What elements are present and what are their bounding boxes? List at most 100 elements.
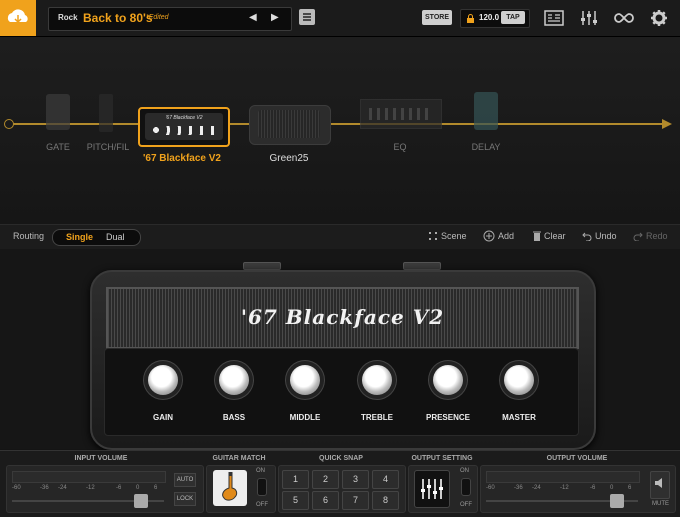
clear-label: Clear [544,231,566,241]
preset-info-icon[interactable] [544,10,564,26]
scale-tick: 0 [136,485,140,491]
input-volume-slider[interactable] [134,494,148,508]
quick-snap-8[interactable]: 8 [372,491,399,510]
gear-icon[interactable] [650,9,668,27]
scene-icon [429,232,437,240]
loop-icon[interactable] [613,10,635,26]
routing-bar: Routing Single Dual Scene Add Clear Undo… [0,224,680,250]
cloud-logo-button[interactable] [0,0,36,36]
gain-knob[interactable] [148,365,178,395]
guitar-icon [222,472,238,501]
next-preset-icon[interactable]: ▶ [271,12,279,23]
cloud-icon [7,9,28,24]
guitar-match-on: ON [256,468,265,474]
tempo-control[interactable]: 120.0 TAP [460,9,530,28]
add-label: Add [498,231,515,241]
quick-snap-1[interactable]: 1 [282,470,309,489]
eq-label: EQ [393,142,407,152]
list-icon [303,13,311,21]
output-setting-toggle[interactable] [461,478,471,496]
quick-snap-6[interactable]: 6 [312,491,339,510]
master-label: MASTER [502,413,536,422]
lock-button[interactable]: LOCK [174,492,196,506]
preset-selector[interactable]: Rock Back to 80's *Edited ◀ ▶ [48,7,292,31]
mute-button[interactable] [650,471,670,499]
amp-handle-right [403,262,441,270]
guitar-match-off: OFF [256,502,268,508]
cabinet-block[interactable] [249,105,331,145]
edited-indicator: *Edited [146,14,169,21]
scale-tick: 6 [628,485,632,491]
auto-button[interactable]: AUTO [174,473,196,487]
prev-preset-icon[interactable]: ◀ [249,12,257,23]
output-eq-icon [421,479,443,499]
scale-tick: 6 [154,485,158,491]
master-knob[interactable] [504,365,534,395]
bass-knob[interactable] [219,365,249,395]
quick-snap-5[interactable]: 5 [282,491,309,510]
quick-snap-7[interactable]: 7 [342,491,369,510]
gate-pedal[interactable] [46,94,70,130]
quick-snap-4[interactable]: 4 [372,470,399,489]
amp-grille: '67 Blackface V2 [106,287,579,349]
store-button[interactable]: STORE [422,10,452,25]
presence-knob[interactable] [433,365,463,395]
lock-icon[interactable] [466,14,475,24]
input-meter [12,471,166,483]
bass-label: BASS [222,413,246,422]
output-meter [486,471,640,483]
preset-name: Back to 80's [83,11,153,25]
quick-snap-2[interactable]: 2 [312,470,339,489]
amp-block-badge: '67 Blackface V2 [165,115,203,121]
amp-block[interactable]: '67 Blackface V2 [138,107,230,147]
scale-tick: -6 [116,485,122,491]
preset-genre: Rock [58,13,78,22]
routing-single[interactable]: Single [66,232,93,242]
output-volume-title: OUTPUT VOLUME [546,455,608,462]
treble-label: TREBLE [361,413,393,422]
preset-list-button[interactable] [299,9,315,25]
output-setting-on: ON [460,468,469,474]
undo-label: Undo [595,231,617,241]
amp-block-label: '67 Blackface V2 [143,153,221,164]
routing-toggle[interactable]: Single Dual [52,229,141,246]
quick-snap-3[interactable]: 3 [342,470,369,489]
pitch-filter-slot[interactable] [99,94,113,132]
output-setting-title: OUTPUT SETTING [411,455,473,462]
scale-tick: 0 [610,485,614,491]
eq-block[interactable] [360,99,442,129]
mixer-icon[interactable] [580,9,598,27]
guitar-match-title: GUITAR MATCH [212,455,266,462]
presence-label: PRESENCE [425,413,470,422]
scale-tick: -24 [532,485,541,491]
tap-button[interactable]: TAP [501,11,525,24]
redo-icon [633,232,643,241]
speaker-icon [655,478,662,488]
undo-icon [582,232,592,241]
mute-label: MUTE [652,501,669,507]
treble-knob[interactable] [362,365,392,395]
delay-pedal[interactable] [474,92,498,130]
amp-name: '67 Blackface V2 [240,305,445,329]
scale-tick: -24 [58,485,67,491]
guitar-match-button[interactable] [213,470,247,506]
add-icon [483,230,495,242]
cabinet-label: Green25 [269,153,309,164]
output-setting-off: OFF [460,502,472,508]
input-node [4,119,14,129]
scale-tick: -36 [40,485,49,491]
middle-label: MIDDLE [289,413,321,422]
output-arrow-icon [662,119,672,129]
output-setting-button[interactable] [414,470,450,508]
signal-chain: GATE PITCH/FIL '67 Blackface V2 '67 Blac… [0,37,680,224]
middle-knob[interactable] [290,365,320,395]
scale-tick: -60 [12,485,21,491]
scale-tick: -60 [486,485,495,491]
routing-dual[interactable]: Dual [106,232,125,242]
output-volume-slider[interactable] [610,494,624,508]
guitar-match-toggle[interactable] [257,478,267,496]
quick-snap-title: QUICK SNAP [319,455,363,462]
delay-label: DELAY [471,142,501,152]
gain-label: GAIN [153,413,173,422]
trash-icon [533,231,541,241]
